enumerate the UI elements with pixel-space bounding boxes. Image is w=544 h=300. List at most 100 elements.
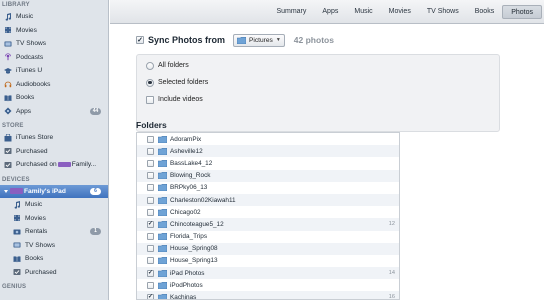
folder-icon <box>158 208 167 216</box>
folder-row[interactable]: Asheville12 <box>137 145 399 158</box>
graduation-cap-icon <box>4 67 12 75</box>
sidebar-item[interactable]: TV Shows <box>0 239 108 253</box>
folder-icon <box>158 196 167 204</box>
music-note-icon <box>4 12 12 21</box>
folders-heading: Folders <box>136 120 167 130</box>
sidebar-item[interactable]: Rentals 1 <box>0 225 108 239</box>
sidebar-item-label-suffix: Family... <box>71 161 97 169</box>
sidebar-item[interactable]: Purchased on Family... <box>0 158 108 172</box>
folder-checkbox[interactable] <box>147 172 154 180</box>
sidebar-item[interactable]: iTunes U <box>0 64 108 78</box>
folder-checkbox[interactable] <box>147 184 154 192</box>
folder-row[interactable]: Kachinas 16 <box>137 291 399 300</box>
folder-icon <box>158 269 167 277</box>
sidebar-item-label: Music <box>16 13 34 21</box>
sidebar-item[interactable]: Movies <box>0 212 108 226</box>
sidebar-item[interactable]: TV Shows <box>0 37 108 51</box>
audiobook-icon <box>4 80 12 88</box>
folder-name: House_Spring13 <box>170 257 218 265</box>
folder-name: BassLake4_12 <box>170 159 213 167</box>
folder-name: Kachinas <box>170 294 197 300</box>
folder-row[interactable]: Blowing_Rock <box>137 169 399 182</box>
folder-icon <box>158 135 167 143</box>
folder-row[interactable]: House_Spring08 <box>137 242 399 255</box>
film-icon <box>4 26 12 34</box>
tv-icon <box>13 241 21 249</box>
folder-checkbox[interactable] <box>147 294 154 299</box>
folder-checkbox[interactable] <box>147 220 154 228</box>
folder-row[interactable]: House_Spring13 <box>137 255 399 267</box>
folder-checkbox[interactable] <box>147 196 154 204</box>
sidebar-item[interactable]: Movies <box>0 24 108 38</box>
folder-row[interactable]: Charleston02Kiawah11 <box>137 193 399 207</box>
folder-checkbox[interactable] <box>147 281 154 289</box>
radio-button[interactable] <box>146 61 154 70</box>
sidebar-item[interactable]: Purchased <box>0 266 108 280</box>
include-videos-checkbox[interactable] <box>146 95 154 104</box>
folder-icon <box>237 36 247 44</box>
ipad-icon <box>10 188 23 195</box>
sidebar-item[interactable]: Apps 44 <box>0 105 108 119</box>
sidebar-item[interactable]: Books <box>0 91 108 105</box>
folder-row[interactable]: BRPky06_13 <box>137 182 399 194</box>
sync-photos-checkbox[interactable] <box>136 36 144 44</box>
folder-checkbox[interactable] <box>147 233 154 241</box>
tab-photos[interactable]: Photos <box>502 4 542 19</box>
count-badge: 1 <box>90 228 101 235</box>
folder-row[interactable]: Chincoteague5_12 12 <box>137 218 399 231</box>
folder-row[interactable]: Chicago02 <box>137 206 399 218</box>
radio-button[interactable] <box>146 78 154 87</box>
folder-row[interactable]: iPodPhotos <box>137 279 399 291</box>
chevron-down-icon: ▼ <box>275 37 281 43</box>
sidebar-item-label: iTunes Store <box>16 134 54 142</box>
sidebar-item-label: Books <box>25 255 44 263</box>
photo-source-dropdown[interactable]: Pictures ▼ <box>233 33 285 47</box>
store-icon <box>4 133 12 142</box>
sync-photos-label: Sync Photos from <box>148 35 226 45</box>
sidebar-item-label: Movies <box>25 214 46 222</box>
sidebar-item-label: TV Shows <box>25 241 56 249</box>
sidebar-item[interactable]: Podcasts <box>0 51 108 65</box>
sidebar-item[interactable]: Music <box>0 198 108 212</box>
folder-checkbox[interactable] <box>147 135 154 143</box>
sidebar-item[interactable]: Purchased <box>0 145 108 159</box>
folder-photo-count: 14 <box>388 270 395 277</box>
tab-movies[interactable]: Movies <box>381 5 419 19</box>
tab-music[interactable]: Music <box>346 5 380 19</box>
folder-row[interactable]: iPad Photos 14 <box>137 267 399 280</box>
sidebar-item[interactable]: Books <box>0 252 108 266</box>
sidebar-item-device[interactable]: Family's iPad 6 <box>0 184 108 198</box>
folder-icon <box>158 159 167 167</box>
folder-icon <box>158 147 167 155</box>
sidebar-item[interactable]: Audiobooks <box>0 78 108 92</box>
tab-summary[interactable]: Summary <box>268 5 314 19</box>
sidebar-item-label: TV Shows <box>16 40 47 48</box>
folder-name: Charleston02Kiawah11 <box>170 196 236 204</box>
sidebar-item-label: Movies <box>16 26 37 34</box>
folder-checkbox[interactable] <box>147 147 154 155</box>
folder-photo-count: 12 <box>388 221 395 228</box>
sidebar-item[interactable]: Music <box>0 10 108 24</box>
folder-row[interactable]: BassLake4_12 <box>137 157 399 169</box>
folder-row[interactable]: AdoramPix <box>137 133 399 145</box>
include-videos-option[interactable]: Include videos <box>137 91 499 108</box>
tab-tv-shows[interactable]: TV Shows <box>419 5 467 19</box>
folder-checkbox[interactable] <box>147 208 154 216</box>
tab-books[interactable]: Books <box>467 5 502 19</box>
folder-scope-option[interactable]: Selected folders <box>137 74 499 91</box>
folder-name: AdoramPix <box>170 135 202 143</box>
disclosure-triangle-icon[interactable] <box>4 189 8 193</box>
folder-checkbox[interactable] <box>147 245 154 253</box>
folder-checkbox[interactable] <box>147 269 154 277</box>
folder-row[interactable]: Florida_Trips <box>137 231 399 243</box>
folders-list[interactable]: AdoramPix Asheville12 BassLake4_12 Blowing_… <box>136 132 400 300</box>
folder-checkbox[interactable] <box>147 159 154 167</box>
folder-checkbox[interactable] <box>147 257 154 265</box>
tab-apps[interactable]: Apps <box>314 5 346 19</box>
folder-icon <box>158 220 167 228</box>
sidebar: LIBRARY Music Movies TV Shows Podcasts iTune… <box>0 0 109 300</box>
sidebar-item[interactable]: iTunes Store <box>0 131 108 145</box>
photo-count: 42 photos <box>293 35 334 45</box>
purchased-icon <box>4 161 12 169</box>
folder-scope-option[interactable]: All folders <box>137 57 499 74</box>
